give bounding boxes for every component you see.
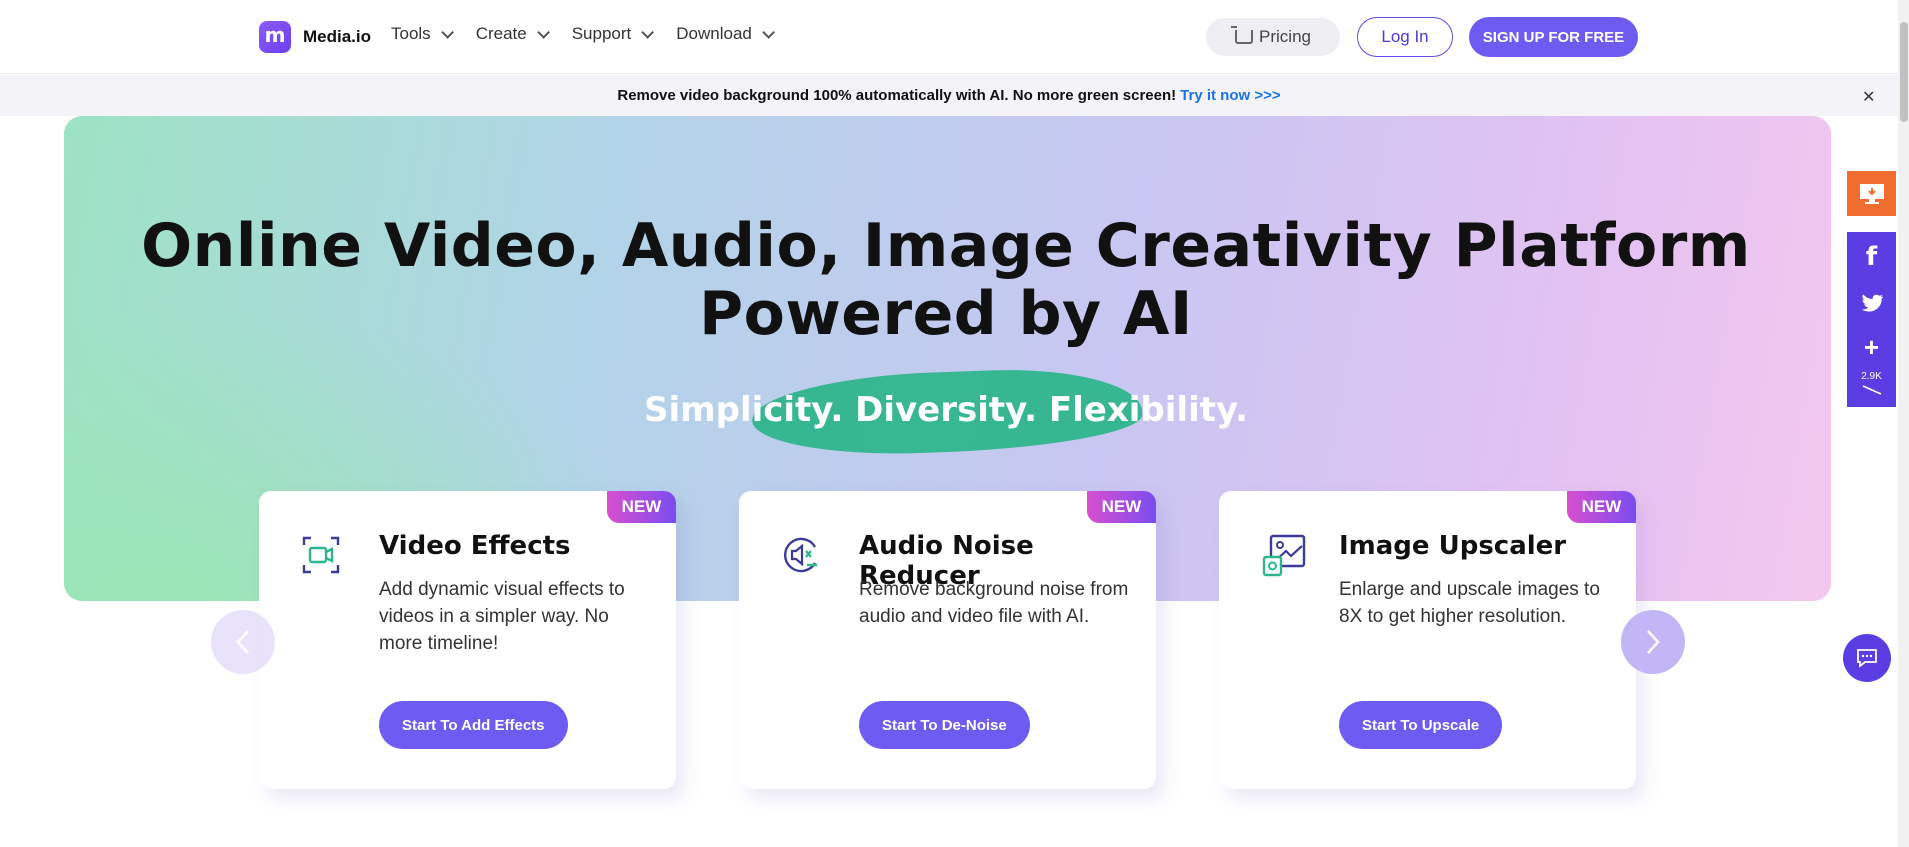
pricing-button[interactable]: Pricing bbox=[1206, 18, 1340, 56]
scrollbar-track[interactable] bbox=[1898, 0, 1909, 847]
card-description: Remove background noise from audio and v… bbox=[859, 579, 1129, 627]
twitter-icon[interactable] bbox=[1860, 294, 1884, 314]
chevron-right-icon bbox=[1647, 630, 1660, 654]
hero-tagline: Simplicity. Diversity. Flexibility. bbox=[644, 390, 1248, 430]
new-badge: NEW bbox=[607, 491, 676, 523]
top-navbar: Media.io Tools Create Support Download P… bbox=[0, 0, 1909, 74]
chevron-left-icon bbox=[236, 630, 249, 654]
chevron-down-icon bbox=[762, 25, 775, 39]
signup-button[interactable]: SIGN UP FOR FREE bbox=[1469, 17, 1638, 57]
hero-title-line2: Powered by AI bbox=[699, 279, 1193, 349]
menu-tools[interactable]: Tools bbox=[391, 24, 454, 44]
chevron-down-icon bbox=[440, 25, 454, 39]
start-de-noise-button[interactable]: Start To De-Noise bbox=[859, 701, 1030, 749]
menu-support-label: Support bbox=[571, 24, 632, 43]
social-share-bar: f + 2.9K bbox=[1847, 232, 1896, 407]
login-button[interactable]: Log In bbox=[1357, 17, 1453, 57]
menu-create[interactable]: Create bbox=[475, 24, 550, 44]
hero-title: Online Video, Audio, Image Creativity Pl… bbox=[0, 212, 1892, 348]
start-add-effects-button[interactable]: Start To Add Effects bbox=[379, 701, 568, 749]
carousel-next-button[interactable] bbox=[1621, 610, 1685, 674]
banner-link[interactable]: Try it now >>> bbox=[1180, 87, 1280, 104]
media-io-logo-icon bbox=[259, 21, 291, 53]
menu-create-label: Create bbox=[475, 24, 527, 43]
chat-button[interactable] bbox=[1843, 634, 1891, 682]
plus-icon[interactable]: + bbox=[1847, 334, 1896, 360]
image-upscale-icon bbox=[1262, 534, 1306, 577]
pricing-label: Pricing bbox=[1259, 27, 1311, 46]
card-description: Add dynamic visual effects to videos in … bbox=[379, 579, 625, 654]
screen-share-button[interactable] bbox=[1847, 171, 1896, 216]
new-badge: NEW bbox=[1087, 491, 1156, 523]
hero-title-line1: Online Video, Audio, Image Creativity Pl… bbox=[141, 211, 1751, 281]
share-count: 2.9K bbox=[1861, 371, 1882, 382]
menu-support[interactable]: Support bbox=[571, 24, 655, 44]
chevron-down-icon bbox=[641, 25, 655, 39]
facebook-icon[interactable]: f bbox=[1847, 242, 1896, 272]
carousel-prev-button[interactable] bbox=[211, 610, 275, 674]
chat-icon bbox=[1857, 649, 1877, 668]
feature-card-audio-noise-reducer[interactable]: NEW Audio Noise Reducer Remove backgroun… bbox=[739, 491, 1156, 789]
feature-card-video-effects[interactable]: NEW Video Effects Add dynamic visual eff… bbox=[259, 491, 676, 789]
scrollbar-thumb[interactable] bbox=[1900, 22, 1908, 122]
menu-download-label: Download bbox=[676, 24, 752, 43]
close-icon[interactable]: ✕ bbox=[1862, 87, 1875, 107]
video-effects-icon bbox=[302, 536, 340, 574]
menu-download[interactable]: Download bbox=[676, 24, 775, 44]
audio-noise-icon bbox=[783, 537, 817, 573]
promo-banner: Remove video background 100% automatical… bbox=[0, 75, 1898, 116]
new-badge: NEW bbox=[1567, 491, 1636, 523]
menu-tools-label: Tools bbox=[391, 24, 431, 43]
main-menu: Tools Create Support Download bbox=[391, 24, 775, 44]
logo[interactable]: Media.io bbox=[259, 21, 371, 53]
chevron-down-icon bbox=[536, 25, 550, 39]
feature-card-image-upscaler[interactable]: NEW Image Upscaler Enlarge and upscale i… bbox=[1219, 491, 1636, 789]
logo-text: Media.io bbox=[303, 27, 372, 46]
collapse-icon[interactable] bbox=[1861, 384, 1883, 396]
cart-icon bbox=[1231, 26, 1254, 44]
start-upscale-button[interactable]: Start To Upscale bbox=[1339, 701, 1503, 749]
card-description: Enlarge and upscale images to 8X to get … bbox=[1339, 579, 1600, 627]
banner-text: Remove video background 100% automatical… bbox=[617, 87, 1177, 104]
monitor-icon bbox=[1859, 183, 1884, 204]
card-title: Image Upscaler bbox=[1339, 531, 1567, 561]
card-title: Video Effects bbox=[379, 531, 571, 561]
